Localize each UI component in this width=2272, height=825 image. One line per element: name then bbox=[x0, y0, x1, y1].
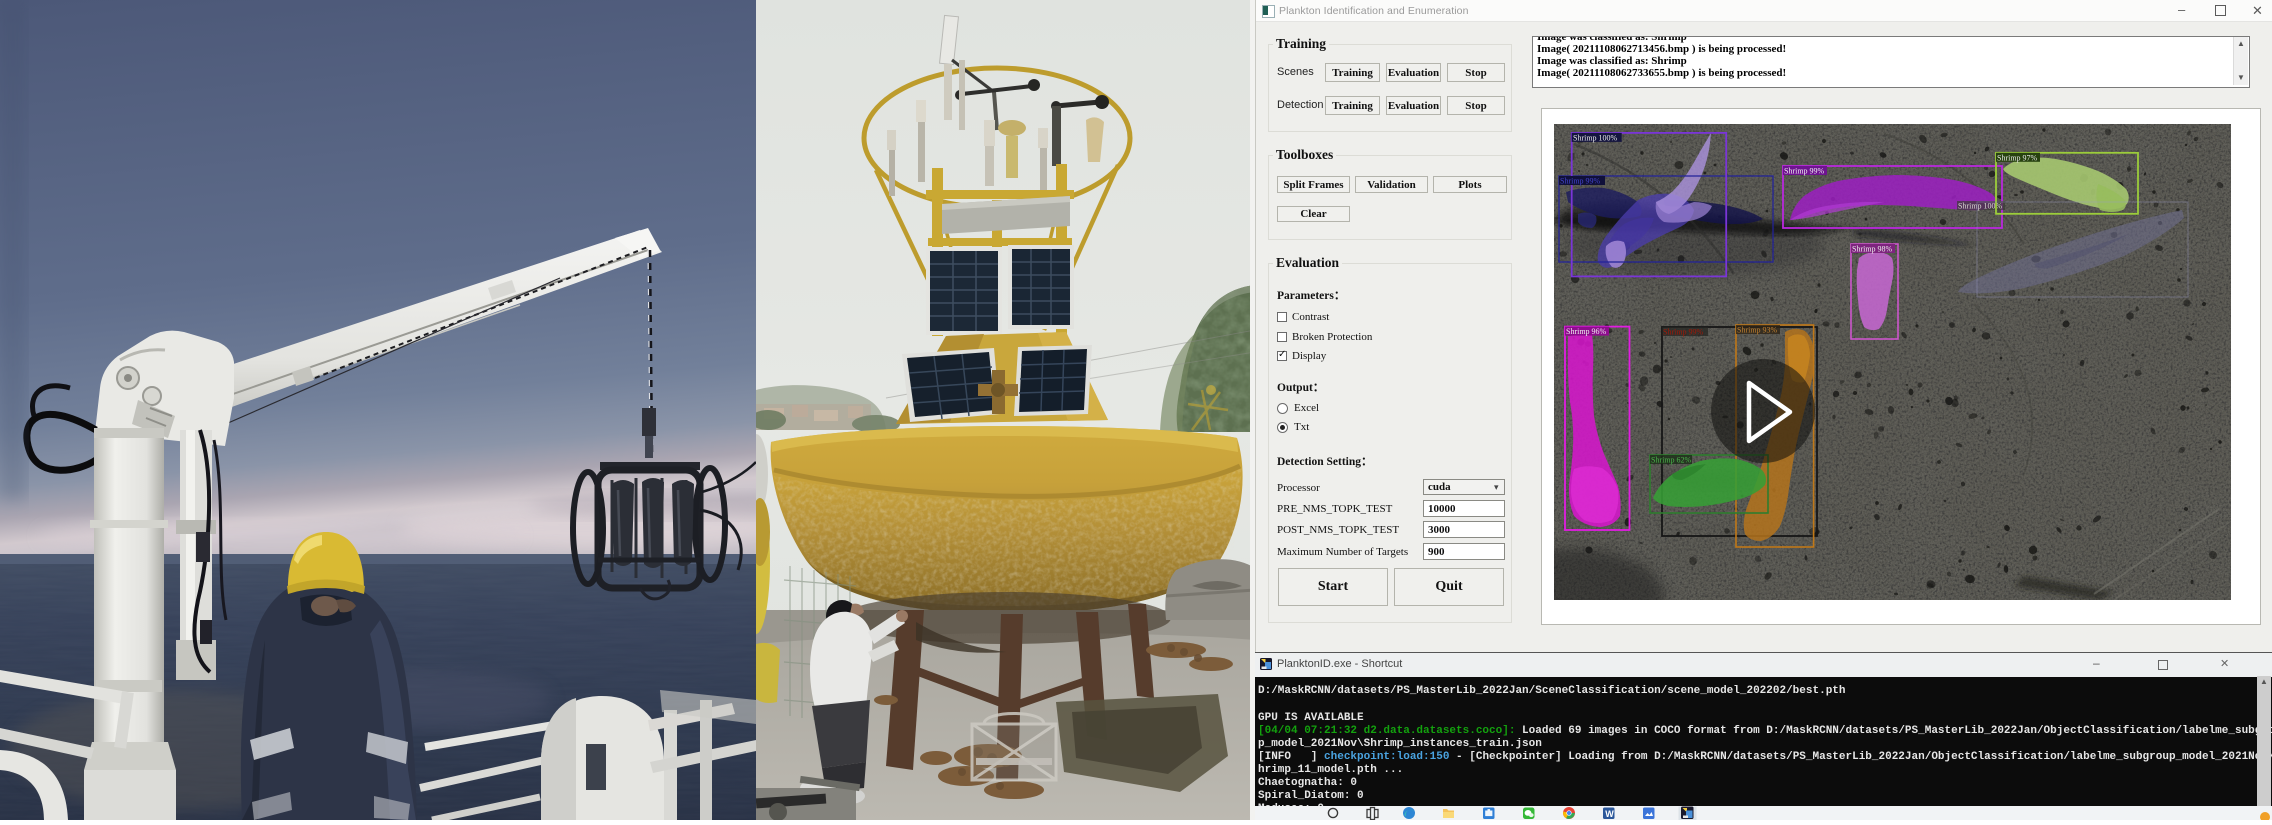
svg-text:Shrimp 99%: Shrimp 99% bbox=[1784, 167, 1825, 176]
svg-text:Shrimp 100%: Shrimp 100% bbox=[1573, 133, 1618, 142]
svg-text:Shrimp 99%: Shrimp 99% bbox=[1560, 177, 1601, 186]
svg-text:Shrimp 99%: Shrimp 99% bbox=[1663, 328, 1704, 337]
svg-text:Shrimp 98%: Shrimp 98% bbox=[1852, 245, 1893, 254]
svg-text:Shrimp 62%: Shrimp 62% bbox=[1651, 456, 1692, 465]
svg-text:Shrimp 97%: Shrimp 97% bbox=[1997, 153, 2038, 162]
svg-text:Shrimp 96%: Shrimp 96% bbox=[1566, 327, 1607, 336]
svg-text:W: W bbox=[1605, 809, 1614, 819]
svg-text:Shrimp 93%: Shrimp 93% bbox=[1737, 326, 1778, 335]
